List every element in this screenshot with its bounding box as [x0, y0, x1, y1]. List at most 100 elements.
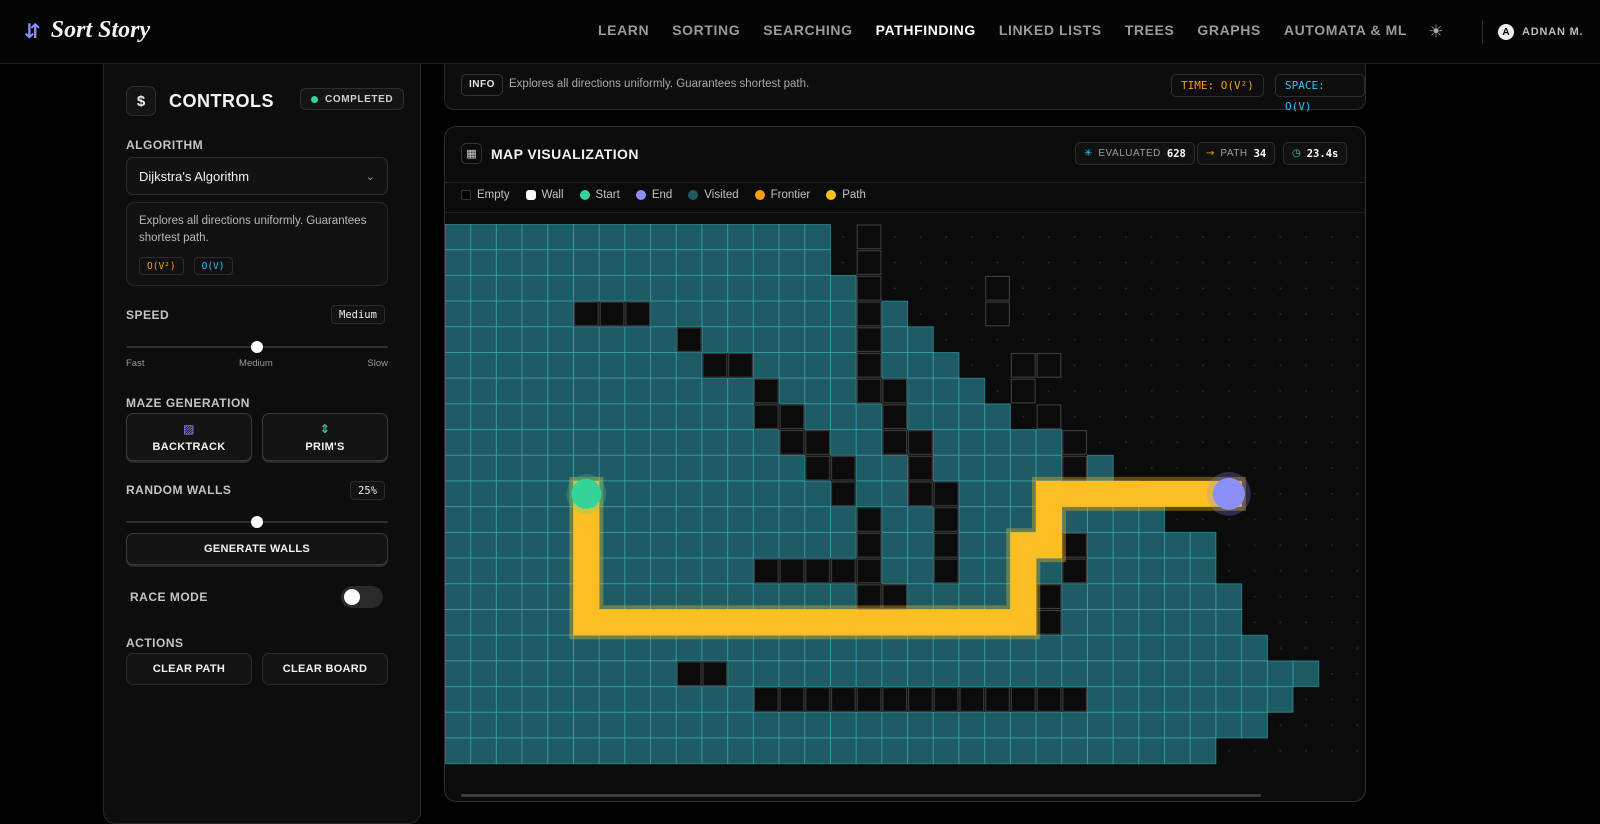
empty-cell-dot	[1227, 287, 1230, 290]
visited-cell	[675, 403, 703, 431]
random-walls-slider[interactable]	[126, 515, 388, 529]
visited-cell	[675, 711, 703, 739]
wall-cell	[856, 687, 882, 712]
horizontal-scrollbar[interactable]	[461, 794, 1261, 797]
user-menu[interactable]: A ADNAN M.	[1498, 24, 1583, 40]
wall-cell	[1036, 404, 1062, 430]
empty-cell-dot	[1253, 621, 1256, 624]
legend-frontier-label: Frontier	[770, 189, 811, 201]
nav-searching[interactable]: SEARCHING	[763, 22, 852, 38]
wall-cell	[985, 275, 1011, 301]
visited-cell	[650, 711, 677, 739]
nav-pathfinding[interactable]: PATHFINDING	[876, 22, 976, 38]
brand[interactable]: ⇵ Sort Story	[24, 17, 150, 44]
visited-cell	[650, 326, 677, 354]
empty-cell-dot	[996, 364, 999, 367]
empty-cell-dot	[1125, 261, 1127, 264]
sun-icon[interactable]: ☀	[1426, 22, 1446, 42]
race-mode-toggle[interactable]	[341, 586, 383, 608]
visited-cell	[830, 403, 857, 431]
nav-learn[interactable]: LEARN	[598, 22, 649, 38]
visited-cell	[470, 557, 497, 585]
nav-trees[interactable]: TREES	[1125, 22, 1175, 38]
wall-cell	[856, 275, 882, 301]
empty-cell-dot	[1150, 235, 1153, 238]
nav-sorting[interactable]: SORTING	[672, 22, 740, 38]
visited-cell	[932, 429, 960, 456]
time-complexity-tag: O(V²)	[139, 257, 184, 275]
visited-cell	[1241, 634, 1268, 662]
visited-cell	[804, 224, 831, 251]
prims-button[interactable]: ⇕ PRIM'S	[262, 413, 388, 461]
empty-cell-dot	[1125, 287, 1127, 290]
wall-cell	[753, 378, 779, 404]
visited-cell	[1189, 609, 1217, 636]
empty-cell-dot	[1330, 338, 1333, 341]
wall-cell	[1062, 558, 1088, 584]
wall-cell	[805, 558, 831, 584]
empty-swatch	[461, 190, 471, 200]
visited-cell	[598, 711, 626, 739]
visited-cell	[675, 454, 703, 482]
wall-cell	[985, 301, 1011, 327]
pathfinding-grid[interactable]	[445, 224, 1366, 784]
empty-cell-dot	[1279, 518, 1282, 521]
visited-cell	[727, 454, 754, 482]
wall-cell	[1010, 687, 1036, 712]
visited-cell	[521, 403, 549, 431]
wall-cell	[856, 301, 882, 327]
wall-cell	[1010, 352, 1036, 378]
visited-cell	[521, 660, 549, 688]
clear-path-button[interactable]: CLEAR PATH	[126, 653, 252, 685]
empty-cell-dot	[1330, 287, 1333, 290]
wall-cell	[882, 404, 908, 430]
visited-cell	[573, 686, 600, 713]
arrow-right-icon: →	[1206, 148, 1215, 159]
empty-cell-dot	[1330, 647, 1333, 649]
visited-cell	[573, 711, 600, 739]
empty-cell-dot	[1073, 364, 1076, 367]
empty-cell-dot	[1279, 544, 1282, 547]
visited-cell	[624, 557, 652, 585]
visited-cell	[547, 249, 575, 276]
empty-cell-dot	[1227, 313, 1230, 315]
clear-board-button[interactable]: CLEAR BOARD	[262, 653, 388, 685]
nav-automata-ml[interactable]: AUTOMATA & ML	[1284, 22, 1407, 38]
random-walls-label: RANDOM WALLS	[126, 483, 232, 497]
visited-cell	[470, 583, 497, 610]
speed-slider[interactable]	[126, 340, 388, 354]
visited-cell	[573, 377, 600, 405]
empty-cell-dot	[1330, 749, 1333, 752]
visited-cell	[778, 249, 806, 276]
visited-cell	[830, 737, 857, 765]
wall-cell	[985, 687, 1011, 712]
visited-cell	[727, 686, 754, 713]
empty-cell-dot	[1279, 390, 1282, 392]
wall-cell	[856, 250, 882, 276]
visited-cell	[495, 224, 523, 251]
empty-cell-dot	[1202, 390, 1205, 392]
empty-cell-dot	[1176, 364, 1179, 367]
wall-cell	[856, 532, 882, 558]
empty-cell-dot	[1305, 287, 1307, 290]
empty-cell-dot	[1356, 467, 1359, 470]
speed-thumb[interactable]	[251, 341, 263, 353]
path-stat: → PATH 34	[1197, 142, 1276, 165]
visited-cell	[650, 274, 677, 302]
visited-cell	[778, 480, 806, 508]
generate-walls-button[interactable]: GENERATE WALLS	[126, 533, 388, 565]
visited-cell	[650, 429, 677, 456]
visited-cell	[470, 454, 497, 482]
random-walls-thumb[interactable]	[251, 516, 263, 528]
algorithm-select[interactable]: Dijkstra's Algorithm ⌄	[126, 157, 388, 195]
visited-cell	[855, 660, 883, 688]
speed-tick-labels: Fast Medium Slow	[126, 358, 388, 369]
visited-cell	[1009, 660, 1037, 688]
nav-linked-lists[interactable]: LINKED LISTS	[999, 22, 1102, 38]
visited-cell	[752, 506, 780, 533]
visited-cell	[598, 660, 626, 688]
visited-cell	[598, 737, 626, 765]
backtrack-button[interactable]: ▨ BACKTRACK	[126, 413, 252, 461]
nav-graphs[interactable]: GRAPHS	[1197, 22, 1261, 38]
visited-cell	[932, 352, 960, 379]
